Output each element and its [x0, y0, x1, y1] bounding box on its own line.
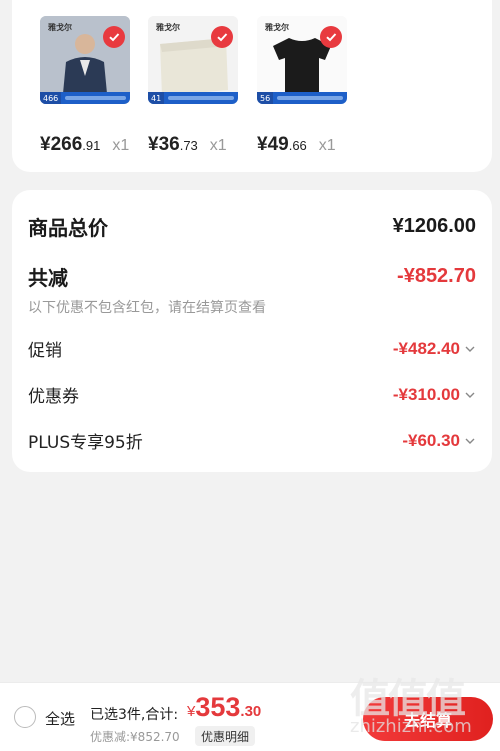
price-row: ¥36 .73 x1	[148, 134, 240, 156]
selected-check-icon[interactable]	[211, 26, 233, 48]
price-summary-card: 商品总价 ¥1206.00 共减 -¥852.70 以下优惠不包含红包，请在结算…	[12, 190, 492, 472]
product-item[interactable]: 雅戈尔 466 ¥266 .91 x1	[40, 16, 132, 156]
price-decimal: .91	[82, 138, 101, 153]
price-decimal: .73	[179, 138, 198, 153]
price-main: ¥266	[40, 134, 83, 155]
promotion-row[interactable]: 促销 -¥482.40	[28, 336, 476, 361]
product-thumbnail[interactable]: 雅戈尔 41	[148, 16, 238, 104]
selected-summary: 已选3件,合计:	[90, 707, 179, 723]
promo-count: 56	[257, 92, 274, 104]
chevron-down-icon	[464, 343, 476, 355]
plus-discount-row[interactable]: PLUS专享95折 -¥60.30	[28, 428, 476, 453]
total-reduction-row: 共减 -¥852.70	[28, 262, 476, 291]
promo-strip: 56	[257, 92, 347, 104]
checkout-bar: 全选 已选3件,合计: ¥ 353 .30 优惠减:¥852.70 优惠明细 去…	[0, 682, 500, 751]
promo-strip: 41	[148, 92, 238, 104]
product-thumbnail[interactable]: 雅戈尔 466	[40, 16, 130, 104]
quantity: x1	[112, 137, 130, 154]
coupon-value[interactable]: -¥310.00	[393, 385, 476, 405]
brand-logo: 雅戈尔	[265, 22, 289, 32]
price-main: ¥49	[257, 134, 289, 155]
total-reduction-label: 共减	[28, 266, 68, 290]
discount-note: 以下优惠不包含红包，请在结算页查看	[28, 300, 266, 316]
total-decimal: .30	[240, 703, 262, 720]
total-price-row: 商品总价 ¥1206.00	[28, 212, 476, 241]
promo-strip: 466	[40, 92, 130, 104]
plus-discount-label: PLUS专享95折	[28, 433, 143, 453]
brand-logo: 雅戈尔	[156, 22, 180, 32]
coupon-row[interactable]: 优惠券 -¥310.00	[28, 382, 476, 407]
grand-total: ¥ 353 .30	[187, 692, 261, 723]
total-currency: ¥	[187, 703, 196, 720]
promo-count: 466	[40, 92, 62, 104]
plus-discount-value[interactable]: -¥60.30	[402, 431, 476, 451]
quantity: x1	[318, 137, 336, 154]
promo-count: 41	[148, 92, 165, 104]
select-all-radio[interactable]	[14, 706, 36, 728]
total-price-label: 商品总价	[28, 216, 108, 240]
price-decimal: .66	[288, 138, 307, 153]
selected-check-icon[interactable]	[103, 26, 125, 48]
select-all-label[interactable]: 全选	[45, 708, 75, 729]
selected-products-card: 雅戈尔 466 ¥266 .91 x1 雅戈尔 41 ¥36 .73 x1 雅戈…	[12, 0, 492, 172]
total-integer: 353	[195, 692, 241, 722]
total-reduction-value: -¥852.70	[397, 265, 476, 287]
price-row: ¥49 .66 x1	[257, 134, 349, 156]
chevron-down-icon	[464, 435, 476, 447]
chevron-down-icon	[464, 389, 476, 401]
product-thumbnail[interactable]: 雅戈尔 56	[257, 16, 347, 104]
quantity: x1	[209, 137, 227, 154]
product-item[interactable]: 雅戈尔 41 ¥36 .73 x1	[148, 16, 240, 156]
brand-logo: 雅戈尔	[48, 22, 72, 32]
checkout-button[interactable]: 去结算	[363, 697, 493, 741]
total-price-value: ¥1206.00	[392, 215, 476, 237]
selected-check-icon[interactable]	[320, 26, 342, 48]
coupon-label: 优惠券	[28, 387, 79, 407]
discount-detail-button[interactable]: 优惠明细	[195, 726, 256, 746]
price-row: ¥266 .91 x1	[40, 134, 132, 156]
promotion-label: 促销	[28, 341, 62, 361]
promotion-value[interactable]: -¥482.40	[393, 339, 476, 359]
discount-amount: 优惠减:¥852.70	[90, 730, 180, 744]
price-main: ¥36	[148, 134, 180, 155]
product-item[interactable]: 雅戈尔 56 ¥49 .66 x1	[257, 16, 349, 156]
